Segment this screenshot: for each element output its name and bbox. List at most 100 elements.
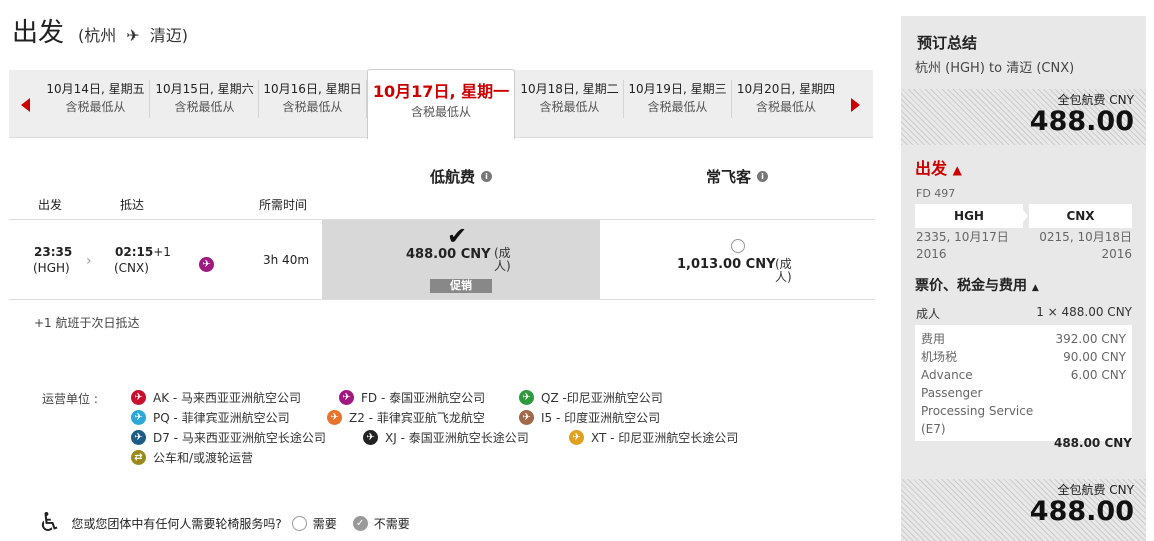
fee-breakdown: 费用 392.00 CNY 机场税 90.00 CNY Advance Passen…: [915, 325, 1132, 441]
promo-badge: 促销: [430, 279, 492, 293]
summary-dep-time: 2335, 10月17日: [916, 230, 1009, 244]
airline-qz-icon: ✈: [519, 390, 534, 405]
operator-xj: ✈ XJ - 泰国亚洲航空长途公司: [363, 429, 529, 446]
operator-text: Z2 - 菲律宾亚航飞龙航空: [349, 411, 485, 425]
plane-icon: ✈: [126, 26, 140, 45]
fee-value: 90.00 CNY: [1063, 350, 1126, 364]
date-tab-1019[interactable]: 10月19日, 星期三 含税最低从: [624, 80, 732, 118]
fees-section-title[interactable]: 票价、税金与费用 ▲: [915, 275, 1039, 295]
operator-text: XT - 印尼亚洲航空长途公司: [591, 431, 739, 445]
arr-plus: +1: [153, 245, 171, 259]
operator-text: AK - 马来西亚亚洲航空公司: [153, 391, 302, 405]
operator-text: 公车和/或渡轮运营: [153, 451, 254, 465]
summary-arr: 0215, 10月18日 2016: [1039, 229, 1132, 263]
page-title: 出发: [12, 18, 65, 48]
date-selector: 10月14日, 星期五 含税最低从 10月15日, 星期六 含税最低从 10月16日…: [9, 69, 873, 139]
date-tab-1014[interactable]: 10月14日, 星期五 含税最低从: [42, 80, 150, 118]
date-label: 10月14日, 星期五: [46, 82, 145, 96]
summary-title: 预订总结: [917, 34, 978, 52]
frequent-fare-unit: (成人): [775, 257, 792, 284]
airline-xj-icon: ✈: [363, 430, 378, 445]
dep-code: (HGH): [33, 261, 70, 275]
operator-i5: ✈ I5 - 印度亚洲航空公司: [519, 409, 660, 426]
operator-fd: ✈ FD - 泰国亚洲航空公司: [339, 389, 485, 406]
date-tab-1020[interactable]: 10月20日, 星期四 含税最低从: [732, 80, 840, 118]
total-box-bottom: 全包航费 CNY 488.00: [901, 479, 1146, 541]
booking-summary: 预订总结 杭州 (HGH) to 清迈 (CNX) 全包航费 CNY 488.0…: [901, 16, 1146, 541]
checkmark-icon: ✔: [447, 222, 468, 250]
divider: [9, 299, 875, 300]
chevron-right-icon: ›: [86, 253, 92, 269]
airline-fd-icon: ✈: [339, 390, 354, 405]
duration: 3h 40m: [263, 253, 310, 267]
airline-z2-icon: ✈: [327, 410, 342, 425]
next-day-note: +1 航班于次日抵达: [34, 316, 140, 330]
next-dates-arrow-icon[interactable]: [851, 98, 860, 112]
date-sub: 含税最低从: [282, 100, 343, 114]
summary-arr-time: 0215, 10月18日: [1039, 230, 1132, 244]
operator-text: PQ - 菲律宾亚洲航空公司: [153, 411, 290, 425]
adult-value: 1 × 488.00 CNY: [1036, 305, 1132, 319]
frequent-fare-radio[interactable]: [731, 239, 745, 253]
date-sub: 含税最低从: [647, 100, 708, 114]
operator-d7: ✈ D7 - 马来西亚亚洲航空长途公司: [131, 429, 326, 446]
wheelchair-yes-option[interactable]: 需要: [291, 515, 337, 532]
page-header: 出发 (杭州 ✈ 清迈): [12, 12, 188, 49]
col-duration: 所需时间: [259, 198, 308, 212]
segment-from: HGH: [915, 204, 1023, 228]
info-icon[interactable]: i: [481, 171, 493, 182]
adult-label: 成人: [916, 307, 941, 321]
date-label: 10月17日, 星期一: [372, 82, 510, 101]
operators-label: 运营单位 :: [42, 392, 98, 406]
airline-fd-icon: ✈: [199, 252, 214, 272]
date-label: 10月20日, 星期四: [736, 82, 836, 96]
date-tab-1016[interactable]: 10月16日, 星期日 含税最低从: [259, 80, 367, 118]
operator-z2: ✈ Z2 - 菲律宾亚航飞龙航空: [327, 409, 485, 426]
total-amount: 488.00: [1029, 496, 1134, 527]
operator-text: QZ -印尼亚洲航空公司: [541, 391, 663, 405]
date-tab-1017-selected[interactable]: 10月17日, 星期一 含税最低从: [367, 69, 515, 139]
route-from: 杭州: [84, 26, 117, 45]
fare-header-low: 低航费 i: [430, 166, 493, 187]
date-tab-1015[interactable]: 10月15日, 星期六 含税最低从: [151, 80, 259, 118]
date-label: 10月16日, 星期日: [263, 82, 362, 96]
fee-label: Advance Passenger Processing Service (E7…: [921, 368, 1034, 436]
caret-up-icon: ▲: [952, 163, 962, 177]
flight-number: FD 497: [916, 187, 956, 200]
fare-frequent-label: 常飞客: [706, 168, 752, 186]
wheelchair-yes-label: 需要: [312, 516, 337, 531]
wheelchair-yes-radio[interactable]: [291, 515, 307, 531]
date-label: 10月15日, 星期六: [155, 82, 254, 96]
segment-to: CNX: [1029, 204, 1132, 228]
fare-header-frequent: 常飞客 i: [706, 166, 769, 187]
depart-section-title[interactable]: 出发 ▲: [915, 155, 962, 179]
fee-row: 机场税 90.00 CNY: [921, 348, 1126, 366]
wheelchair-no-radio-checked[interactable]: ✓: [352, 515, 368, 531]
date-label: 10月19日, 星期三: [628, 82, 727, 96]
airline-d7-icon: ✈: [131, 430, 146, 445]
depart-label: 出发: [915, 159, 948, 178]
prev-dates-arrow-icon[interactable]: [21, 98, 30, 112]
date-tab-1018[interactable]: 10月18日, 星期二 含税最低从: [516, 80, 624, 118]
operator-text: FD - 泰国亚洲航空公司: [361, 391, 486, 405]
summary-dep-year: 2016: [916, 247, 947, 261]
fare-low-label: 低航费: [430, 168, 476, 186]
summary-dep: 2335, 10月17日 2016: [916, 229, 1009, 263]
total-amount: 488.00: [1029, 106, 1134, 137]
airline-pq-icon: ✈: [131, 410, 146, 425]
low-fare-cell[interactable]: ✔ 488.00 CNY (成人) 促销: [322, 220, 600, 299]
wheelchair-icon: ♿: [38, 508, 62, 538]
route: (杭州 ✈ 清迈): [78, 22, 188, 46]
wheelchair-no-option[interactable]: ✓ 不需要: [352, 515, 410, 532]
wheelchair-no-label: 不需要: [373, 516, 410, 531]
fee-label: 机场税: [921, 350, 958, 364]
info-icon[interactable]: i: [757, 171, 769, 182]
fee-row: 费用 392.00 CNY: [921, 330, 1126, 348]
operator-pq: ✈ PQ - 菲律宾亚洲航空公司: [131, 409, 290, 426]
fee-row: Advance Passenger Processing Service (E7…: [921, 366, 1126, 438]
fees-label: 票价、税金与费用: [915, 278, 1027, 294]
route-to: 清迈: [149, 26, 182, 45]
col-arrive: 抵达: [120, 198, 145, 212]
operator-ak: ✈ AK - 马来西亚亚洲航空公司: [131, 389, 301, 406]
frequent-fare-price: 1,013.00 CNY: [677, 257, 776, 272]
